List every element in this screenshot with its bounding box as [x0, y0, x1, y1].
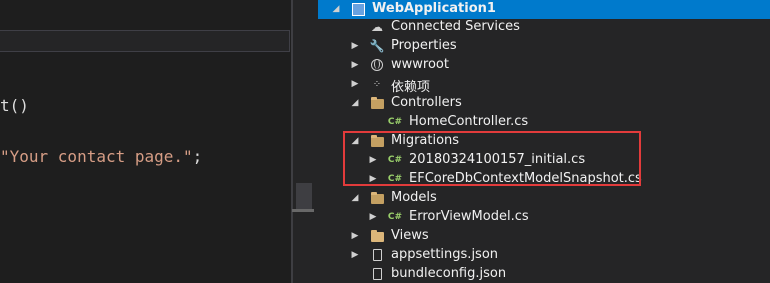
- tree-item-views[interactable]: ▶ Views: [318, 226, 770, 245]
- collapsed-icon[interactable]: ▶: [368, 212, 378, 222]
- tree-item-label: Views: [391, 228, 429, 243]
- csharp-file-icon: C#: [387, 212, 403, 222]
- tree-item-bundleconfig[interactable]: bundleconfig.json: [318, 264, 770, 283]
- expanded-icon[interactable]: ◢: [350, 193, 360, 203]
- tree-item-properties[interactable]: ▶ 🔧 Properties: [318, 36, 770, 55]
- project-icon: [350, 1, 366, 17]
- json-file-icon: [369, 266, 385, 282]
- tree-item-label: appsettings.json: [391, 247, 499, 262]
- collapsed-icon[interactable]: ▶: [350, 250, 360, 260]
- tree-item-label: HomeController.cs: [409, 114, 529, 129]
- json-file-icon: [369, 247, 385, 263]
- folder-icon: [369, 229, 385, 245]
- tree-item-label: Models: [391, 190, 437, 205]
- dependencies-icon: ⁘: [372, 78, 382, 90]
- scrollbar-thumb[interactable]: [292, 209, 314, 212]
- scrollbar-track[interactable]: [296, 183, 312, 209]
- expanded-icon[interactable]: ◢: [331, 4, 341, 14]
- tree-item-appsettings[interactable]: ▶ appsettings.json: [318, 245, 770, 264]
- tree-item-label: Controllers: [391, 95, 462, 110]
- collapsed-icon[interactable]: ▶: [350, 60, 360, 70]
- tree-item-label: WebApplication1: [372, 1, 496, 16]
- tree-item-label: ErrorViewModel.cs: [409, 209, 529, 224]
- folder-open-icon: [369, 96, 385, 112]
- tree-item-homecontroller[interactable]: C# HomeController.cs: [318, 112, 770, 131]
- code-line-string[interactable]: "Your contact page.";: [0, 147, 202, 166]
- tree-item-label: Connected Services: [391, 19, 520, 34]
- tree-item-wwwroot[interactable]: ▶ wwwroot: [318, 55, 770, 74]
- tree-item-controllers[interactable]: ◢ Controllers: [318, 93, 770, 112]
- tree-item-connected-services[interactable]: ☁ Connected Services: [318, 17, 770, 36]
- editor-scrollbar[interactable]: [291, 0, 318, 283]
- code-semicolon: ;: [192, 147, 203, 166]
- tree-item-errorviewmodel[interactable]: ▶ C# ErrorViewModel.cs: [318, 207, 770, 226]
- collapsed-icon[interactable]: ▶: [350, 231, 360, 241]
- wrench-icon: 🔧: [369, 39, 385, 53]
- code-editor[interactable]: t() "Your contact page.";: [0, 0, 291, 283]
- folder-open-icon: [369, 191, 385, 207]
- annotation-highlight-box: [343, 131, 641, 186]
- tree-item-label: wwwroot: [391, 57, 449, 72]
- code-line-method[interactable]: t(): [0, 96, 29, 115]
- code-string-literal: "Your contact page.": [0, 147, 193, 166]
- expanded-icon[interactable]: ◢: [350, 98, 360, 108]
- tree-item-label: Properties: [391, 38, 457, 53]
- collapsed-icon[interactable]: ▶: [350, 41, 360, 51]
- cloud-icon: ☁: [371, 20, 383, 34]
- tree-item-label: bundleconfig.json: [391, 266, 507, 281]
- editor-find-bar[interactable]: [0, 30, 290, 52]
- tree-item-dependencies[interactable]: ▶ ⁘ 依赖项: [318, 74, 770, 96]
- collapsed-icon[interactable]: ▶: [350, 79, 360, 89]
- globe-icon: [369, 57, 385, 73]
- csharp-file-icon: C#: [387, 117, 403, 127]
- tree-item-models[interactable]: ◢ Models: [318, 188, 770, 207]
